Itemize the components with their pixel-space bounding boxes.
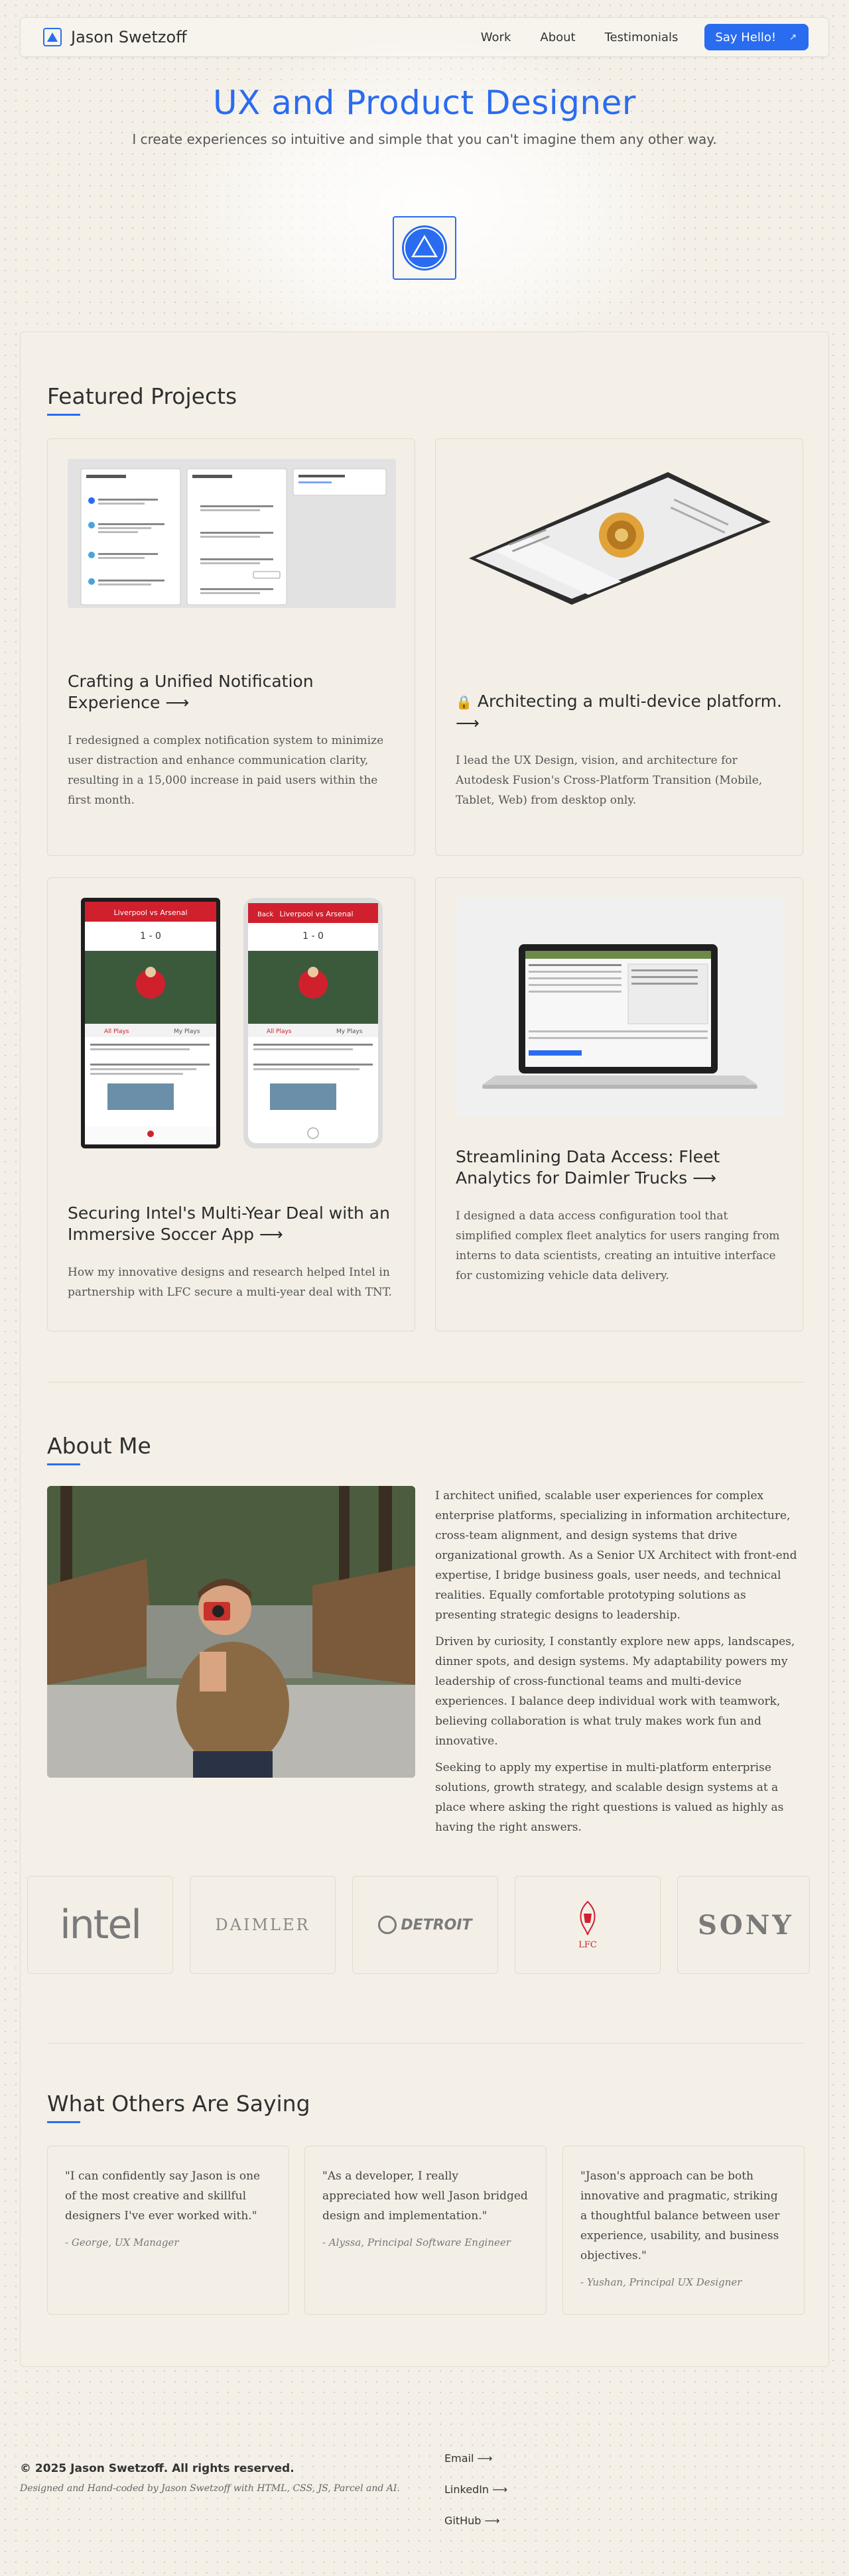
project-title-text: Streamlining Data Access: Fleet Analytic… (456, 1147, 720, 1188)
testimonial-quote: "I can confidently say Jason is one of t… (65, 2170, 261, 2223)
tablet-mockup-image (456, 459, 784, 608)
detroit-logo: DETROIT (401, 1916, 472, 1933)
testimonial-author: - Alyssa, Principal Software Engineer (322, 2237, 511, 2248)
footer-link-github[interactable]: GitHub ⟶ (444, 2514, 507, 2527)
hero-subtitle: I create experiences so intuitive and si… (132, 131, 717, 147)
laptop-mockup-image (456, 898, 784, 1117)
lock-icon: 🔒 (456, 694, 472, 710)
testimonial-quote: "As a developer, I really appreciated ho… (322, 2170, 528, 2223)
featured-title: Featured Projects (47, 383, 237, 416)
hero: UX and Product Designer I create experie… (0, 33, 849, 378)
client-logo-daimler: DAIMLER (190, 1876, 336, 1974)
soccer-header-text-left: Liverpool vs Arsenal (113, 908, 187, 917)
hero-title: UX and Product Designer (213, 84, 636, 122)
project-title-text: Crafting a Unified Notification Experien… (68, 672, 314, 712)
project-description: How my innovative designs and research h… (68, 1266, 392, 1299)
soccer-tab-my-right: My Plays (336, 1028, 363, 1035)
arrow-right-icon: ⟶ (456, 713, 480, 733)
soccer-header-text-right: Liverpool vs Arsenal (279, 910, 353, 918)
testimonial-card: "I can confidently say Jason is one of t… (47, 2146, 289, 2315)
about-text: I architect unified, scalable user exper… (435, 1486, 807, 1844)
footer-copyright: © 2025 Jason Swetzoff. All rights reserv… (20, 2462, 294, 2475)
client-logo-lfc: LFC (515, 1876, 661, 1974)
soccer-score-left: 1 - 0 (140, 931, 161, 942)
soccer-score-right: 1 - 0 (302, 931, 324, 942)
footer-links: Email ⟶ LinkedIn ⟶ GitHub ⟶ (444, 2452, 507, 2545)
project-title[interactable]: Streamlining Data Access: Fleet Analytic… (456, 1146, 784, 1189)
main-content: Featured Projects Crafting a Unified Not… (20, 332, 829, 2367)
testimonials-title: What Others Are Saying (47, 2091, 310, 2123)
testimonial-card: "As a developer, I really appreciated ho… (304, 2146, 547, 2315)
lfc-crest-icon: LFC (574, 1900, 601, 1950)
client-logo-sony: SONY (677, 1876, 810, 1974)
logo-triangle-icon[interactable] (43, 28, 62, 46)
about-paragraph-2: Driven by curiosity, I constantly explor… (435, 1635, 795, 1748)
project-card-notifications[interactable]: Crafting a Unified Notification Experien… (47, 438, 415, 856)
sony-logo: SONY (698, 1909, 794, 1941)
arrow-right-icon: ⟶ (692, 1168, 716, 1188)
project-title-text: Securing Intel's Multi-Year Deal with an… (68, 1203, 390, 1244)
soccer-tab-all-left: All Plays (104, 1028, 129, 1035)
project-card-multi-device[interactable]: 🔒 Architecting a multi-device platform. … (435, 438, 803, 856)
about-paragraph-1: I architect unified, scalable user exper… (435, 1489, 797, 1622)
project-title[interactable]: Securing Intel's Multi-Year Deal with an… (68, 1203, 396, 1245)
client-logo-detroit: DETROIT (352, 1876, 498, 1974)
intel-logo: intel (60, 1902, 142, 1948)
footer-credit: Designed and Hand-coded by Jason Swetzof… (20, 2483, 400, 2494)
project-title-text: Architecting a multi-device platform. (477, 692, 782, 711)
section-divider (47, 2043, 803, 2044)
testimonial-author: - Yushan, Principal UX Designer (580, 2276, 742, 2288)
project-title[interactable]: Crafting a Unified Notification Experien… (68, 671, 396, 713)
hero-logo-icon (393, 216, 456, 280)
soccer-tab-all-right: All Plays (267, 1028, 292, 1035)
testimonial-quote: "Jason's approach can be both innovative… (580, 2170, 780, 2262)
about-title: About Me (47, 1433, 151, 1465)
daimler-logo: DAIMLER (215, 1916, 310, 1934)
say-hello-label: Say Hello! (715, 30, 777, 44)
project-card-fleet-analytics[interactable]: Streamlining Data Access: Fleet Analytic… (435, 877, 803, 1331)
project-description: I lead the UX Design, vision, and archit… (456, 754, 763, 807)
soccer-back-text: Back (257, 911, 273, 918)
about-paragraph-3: Seeking to apply my expertise in multi-p… (435, 1761, 784, 1834)
footer-link-email[interactable]: Email ⟶ (444, 2452, 507, 2465)
project-card-soccer-app[interactable]: Liverpool vs Arsenal 1 - 0 All Plays My … (47, 877, 415, 1331)
testimonial-author: - George, UX Manager (65, 2237, 179, 2248)
footer-link-linkedin[interactable]: LinkedIn ⟶ (444, 2483, 507, 2496)
detroit-mark-icon (378, 1916, 397, 1934)
notification-mockup-image (68, 459, 396, 608)
project-title[interactable]: 🔒 Architecting a multi-device platform. … (456, 691, 784, 734)
lfc-logo-text: LFC (578, 1939, 597, 1950)
soccer-app-mockup-image: Liverpool vs Arsenal 1 - 0 All Plays My … (68, 898, 396, 1150)
arrow-right-icon: ⟶ (259, 1225, 283, 1244)
project-description: I designed a data access configuration t… (456, 1209, 780, 1282)
client-logo-intel: intel (27, 1876, 173, 1974)
arrow-right-icon: ⟶ (165, 693, 190, 712)
portrait-photo (47, 1486, 415, 1778)
testimonial-card: "Jason's approach can be both innovative… (562, 2146, 805, 2315)
say-hello-button[interactable]: Say Hello! ↗ (704, 24, 809, 50)
soccer-tab-my-left: My Plays (174, 1028, 200, 1035)
external-arrow-icon: ↗ (789, 32, 797, 42)
project-description: I redesigned a complex notification syst… (68, 734, 384, 807)
